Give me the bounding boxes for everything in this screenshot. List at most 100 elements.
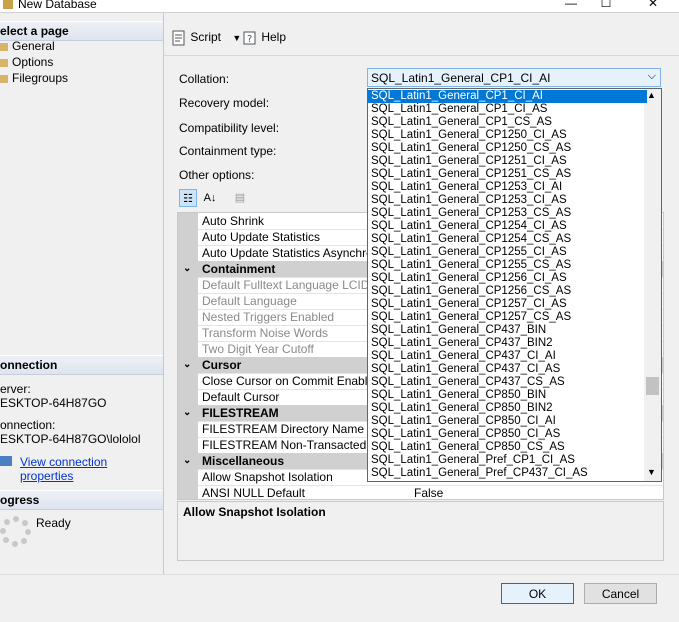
script-icon [172, 30, 185, 46]
collation-option[interactable]: SQL_Latin1_General_CP850_CI_AI [368, 415, 647, 428]
collation-option[interactable]: SQL_Latin1_General_CP850_CI_AS [368, 428, 647, 441]
left-panel: elect a page General Options Filegroups … [0, 13, 164, 574]
collation-option[interactable]: SQL_Latin1_General_CP1257_CI_AS [368, 298, 647, 311]
row-gutter [178, 389, 198, 406]
server-label: erver: [0, 382, 31, 396]
connection-label: onnection: [0, 418, 56, 432]
row-gutter [178, 373, 198, 390]
help-button[interactable]: ? Help [242, 28, 286, 46]
collation-option[interactable]: SQL_Latin1_General_CP1253_CI_AI [368, 181, 647, 194]
collation-option[interactable]: SQL_Latin1_General_CP1250_CI_AS [368, 129, 647, 142]
view-connection-properties-link[interactable]: View connection properties [20, 455, 163, 483]
scrollbar-thumb[interactable] [646, 377, 659, 395]
row-gutter [178, 341, 198, 358]
collation-option[interactable]: SQL_Latin1_General_CP1253_CI_AS [368, 194, 647, 207]
row-gutter [178, 277, 198, 294]
collation-option[interactable]: SQL_Latin1_General_CP1250_CS_AS [368, 142, 647, 155]
window-title: New Database [18, 0, 97, 11]
progress-spinner-icon [0, 516, 31, 547]
property-name: FILESTREAM Non-Transacted Access [202, 438, 367, 452]
property-value[interactable]: False [414, 485, 443, 499]
collation-option[interactable]: SQL_Latin1_General_CP437_BIN2 [368, 337, 647, 350]
collation-option[interactable]: SQL_Latin1_General_CP1_CS_AS [368, 116, 647, 129]
svg-text:?: ? [247, 34, 252, 45]
alphabetical-sort-icon[interactable]: A↓ [201, 189, 219, 207]
collation-option[interactable]: SQL_Latin1_General_CP1256_CI_AS [368, 272, 647, 285]
collapse-icon[interactable]: ⌄ [183, 261, 191, 277]
wrench-icon [0, 74, 8, 83]
collation-option[interactable]: SQL_Latin1_General_CP1_CI_AS [368, 103, 647, 116]
collation-option[interactable]: SQL_Latin1_General_CP437_CI_AI [368, 350, 647, 363]
collation-option[interactable]: SQL_Latin1_General_CP850_BIN [368, 389, 647, 402]
database-icon [3, 0, 13, 9]
title-bar: New Database — ☐ ✕ [0, 0, 679, 13]
collation-option[interactable]: SQL_Latin1_General_CP437_CS_AS [368, 376, 647, 389]
property-pages-icon[interactable]: ▤ [231, 189, 249, 207]
property-grid-toolbar: ☷ A↓ ▤ [179, 189, 253, 209]
property-name: Nested Triggers Enabled [202, 310, 335, 324]
scroll-up-icon[interactable]: ▲ [647, 90, 656, 100]
property-row[interactable]: ANSI NULL Default False [178, 485, 663, 499]
collation-option[interactable]: SQL_Latin1_General_CP437_CI_AS [368, 363, 647, 376]
collation-option[interactable]: SQL_Latin1_General_CP437_BIN [368, 324, 647, 337]
script-button[interactable]: Script ▼ [171, 28, 241, 46]
script-dropdown-arrow-icon[interactable]: ▼ [232, 33, 241, 43]
recovery-model-label: Recovery model: [179, 96, 270, 110]
property-name: Auto Update Statistics [202, 230, 321, 244]
description-panel: Allow Snapshot Isolation [177, 501, 664, 561]
property-name: Transform Noise Words [202, 326, 329, 340]
connection-value: ESKTOP-64H87GO\lololol [0, 432, 141, 446]
server-value: ESKTOP-64H87GO [0, 396, 107, 410]
dialog-button-bar: OK Cancel [0, 574, 679, 622]
wrench-icon [0, 58, 8, 67]
property-name: Auto Shrink [202, 214, 265, 228]
minimize-button[interactable]: — [559, 0, 583, 12]
collation-option[interactable]: SQL_Latin1_General_CP850_CS_AS [368, 441, 647, 454]
collation-option[interactable]: SQL_Latin1_General_CP1257_CS_AS [368, 311, 647, 324]
property-name: Miscellaneous [202, 454, 285, 468]
compatibility-level-label: Compatibility level: [179, 121, 280, 135]
collation-option[interactable]: SQL_Latin1_General_CP1254_CS_AS [368, 233, 647, 246]
collation-option[interactable]: SQL_Latin1_General_CP1255_CS_AS [368, 259, 647, 272]
property-name: Cursor [202, 358, 242, 372]
progress-status: Ready [36, 516, 71, 530]
collation-dropdown-list[interactable]: ▲ ▼ SQL_Latin1_General_CP1_CI_AI SQL_Lati… [367, 88, 662, 482]
collation-option[interactable]: SQL_Latin1_General_CP1255_CI_AS [368, 246, 647, 259]
maximize-button[interactable]: ☐ [594, 0, 618, 12]
collation-label: Collation: [179, 72, 230, 86]
page-item-filegroups[interactable]: Filegroups [0, 70, 68, 86]
row-gutter [178, 325, 198, 342]
row-gutter [178, 293, 198, 310]
page-item-general[interactable]: General [0, 38, 55, 54]
collation-option[interactable]: SQL_Latin1_General_CP850_BIN2 [368, 402, 647, 415]
property-name: Default Fulltext Language LCID [202, 278, 367, 292]
collation-selected-value: SQL_Latin1_General_CP1_CI_AI [371, 71, 551, 85]
collation-option[interactable]: SQL_Latin1_General_CP1256_CS_AS [368, 285, 647, 298]
collation-dropdown[interactable]: SQL_Latin1_General_CP1_CI_AI ⌵ [367, 68, 661, 87]
collapse-icon[interactable]: ⌄ [183, 405, 191, 421]
page-item-options[interactable]: Options [0, 54, 53, 70]
collation-option[interactable]: SQL_Latin1_General_Pref_CP1_CI_AS [368, 454, 647, 467]
close-button[interactable]: ✕ [641, 0, 665, 12]
property-name: Auto Update Statistics Asynchronously [202, 246, 367, 260]
collapse-icon[interactable]: ⌄ [183, 453, 191, 469]
collation-option[interactable]: SQL_Latin1_General_CP1251_CI_AS [368, 155, 647, 168]
scroll-down-icon[interactable]: ▼ [647, 467, 656, 477]
row-gutter [178, 309, 198, 326]
collation-option[interactable]: SQL_Latin1_General_CP1254_CI_AS [368, 220, 647, 233]
description-title: Allow Snapshot Isolation [183, 505, 326, 519]
progress-header: ogress [0, 490, 163, 510]
property-name: Close Cursor on Commit Enabled [202, 374, 367, 388]
collation-option[interactable]: SQL_Latin1_General_Pref_CP437_CI_AS [368, 467, 647, 480]
collation-option[interactable]: SQL_Latin1_General_CP1251_CS_AS [368, 168, 647, 181]
collation-option[interactable]: SQL_Latin1_General_CP1253_CS_AS [368, 207, 647, 220]
collation-option[interactable]: SQL_Latin1_General_CP1_CI_AI [368, 90, 647, 103]
property-name: FILESTREAM [202, 406, 279, 420]
cancel-button[interactable]: Cancel [584, 583, 657, 604]
row-gutter [178, 485, 198, 499]
ok-button[interactable]: OK [501, 583, 574, 604]
collapse-icon[interactable]: ⌄ [183, 357, 191, 373]
categorized-view-icon[interactable]: ☷ [179, 189, 197, 207]
property-name: Default Language [202, 294, 297, 308]
property-name: Two Digit Year Cutoff [202, 342, 314, 356]
